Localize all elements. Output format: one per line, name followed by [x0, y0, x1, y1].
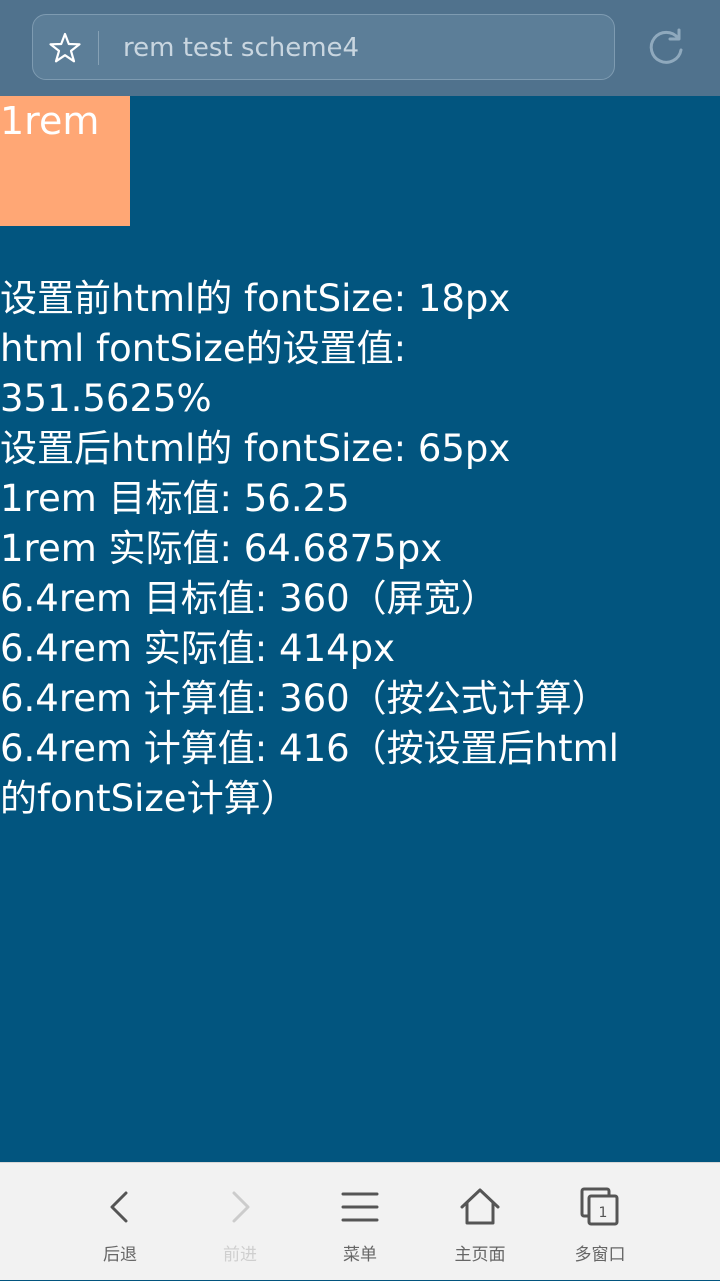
- menu-label: 菜单: [343, 1245, 377, 1265]
- url-divider: [98, 31, 99, 65]
- info-line-6-4rem-computed: 6.4rem 计算值: 416（按设置后html的fontSize计算）: [0, 727, 619, 820]
- windows-label: 多窗口: [574, 1245, 626, 1265]
- back-button[interactable]: 后退: [60, 1163, 180, 1281]
- reload-icon[interactable]: [644, 26, 688, 70]
- windows-count: 1: [599, 1205, 608, 1221]
- info-line-fontsize-after: 设置后html的 fontSize: 65px: [0, 427, 511, 470]
- info-line-fontsize-before: 设置前html的 fontSize: 18px: [0, 277, 511, 320]
- home-button[interactable]: 主页面: [420, 1163, 540, 1281]
- windows-button[interactable]: 1 多窗口: [540, 1163, 660, 1281]
- chevron-left-icon: [110, 1191, 128, 1223]
- rem-box-label: 1rem: [0, 99, 100, 143]
- forward-button[interactable]: 前进: [180, 1163, 300, 1281]
- rem-demo-box: 1rem: [0, 96, 130, 226]
- info-line-fontsize-setting: html fontSize的设置值: 351.5625%: [0, 327, 407, 420]
- url-field[interactable]: rem test scheme4: [32, 14, 615, 80]
- info-line-1rem-actual: 1rem 实际值: 64.6875px: [0, 527, 443, 570]
- info-line-6-4rem-actual: 6.4rem 实际值: 414px: [0, 627, 396, 670]
- info-line-6-4rem-formula: 6.4rem 计算值: 360（按公式计算）: [0, 677, 609, 720]
- back-label: 后退: [103, 1245, 137, 1265]
- menu-icon: [341, 1192, 379, 1222]
- windows-icon: 1: [580, 1187, 619, 1226]
- home-label: 主页面: [454, 1245, 506, 1265]
- forward-label: 前进: [223, 1245, 257, 1265]
- chevron-right-icon: [232, 1191, 250, 1223]
- browser-address-bar: rem test scheme4: [0, 0, 720, 96]
- info-text-block: 设置前html的 fontSize: 18px html fontSize的设置…: [0, 274, 620, 824]
- star-icon[interactable]: [48, 31, 82, 65]
- menu-button[interactable]: 菜单: [300, 1163, 420, 1281]
- home-icon: [460, 1188, 500, 1225]
- info-line-6-4rem-target: 6.4rem 目标值: 360（屏宽）: [0, 577, 498, 620]
- browser-bottom-toolbar: 后退 前进 菜单 主页面 1 多窗口: [0, 1162, 720, 1280]
- url-text[interactable]: rem test scheme4: [123, 29, 359, 67]
- info-line-1rem-target: 1rem 目标值: 56.25: [0, 477, 350, 520]
